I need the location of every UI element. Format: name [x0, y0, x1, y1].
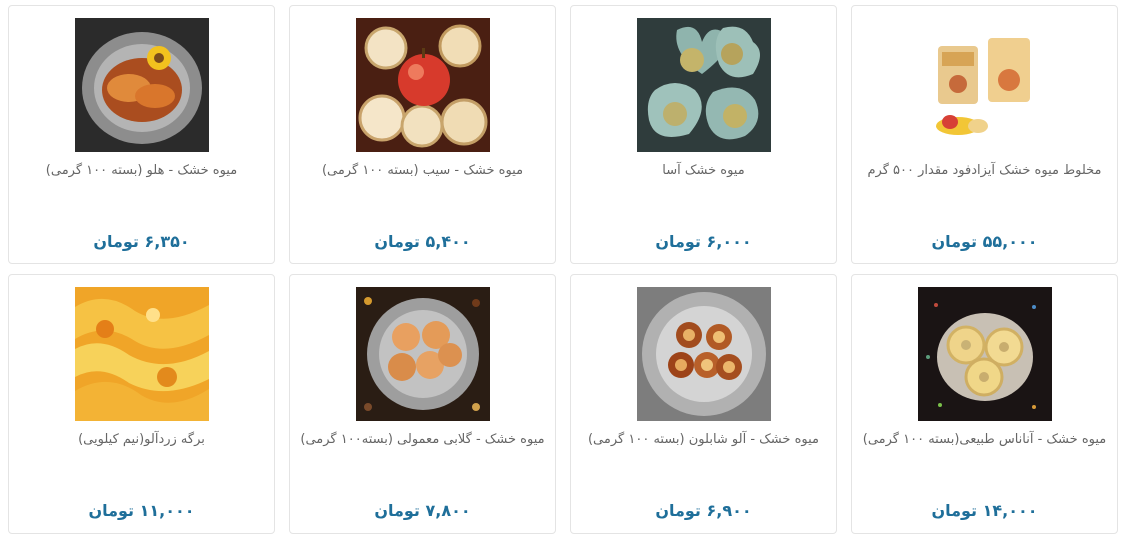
product-image[interactable]: [74, 18, 209, 152]
product-price: ۶,۹۰۰ تومان: [655, 501, 752, 520]
product-price: ۱۴,۰۰۰ تومان: [931, 501, 1038, 520]
product-card[interactable]: مخلوط میوه خشک آیزادفود مقدار ۵۰۰ گرم ۵۵…: [851, 5, 1118, 264]
product-card[interactable]: میوه خشک - آناناس طبیعی(بسته ۱۰۰ گرمی) ۱…: [851, 274, 1118, 534]
product-price: ۷,۸۰۰ تومان: [374, 501, 471, 520]
product-name[interactable]: میوه خشک - گلابی معمولی (بسته۱۰۰ گرمی): [298, 431, 547, 449]
product-price: ۵۵,۰۰۰ تومان: [931, 232, 1038, 251]
product-name[interactable]: میوه خشک - آناناس طبیعی(بسته ۱۰۰ گرمی): [860, 431, 1109, 449]
product-price: ۱۱,۰۰۰ تومان: [88, 501, 195, 520]
product-card[interactable]: میوه خشک آسا ۶,۰۰۰ تومان: [570, 5, 837, 264]
product-card[interactable]: میوه خشک - آلو شابلون (بسته ۱۰۰ گرمی) ۶,…: [570, 274, 837, 534]
product-price: ۶,۳۵۰ تومان: [93, 232, 190, 251]
product-name[interactable]: مخلوط میوه خشک آیزادفود مقدار ۵۰۰ گرم: [860, 162, 1109, 180]
product-name[interactable]: برگه زردآلو(نیم کیلویی): [17, 431, 266, 449]
product-card[interactable]: میوه خشک - هلو (بسته ۱۰۰ گرمی) ۶,۳۵۰ توم…: [8, 5, 275, 264]
product-image[interactable]: [636, 287, 771, 421]
product-name[interactable]: میوه خشک - هلو (بسته ۱۰۰ گرمی): [17, 162, 266, 180]
product-name[interactable]: میوه خشک آسا: [579, 162, 828, 180]
product-grid: مخلوط میوه خشک آیزادفود مقدار ۵۰۰ گرم ۵۵…: [0, 0, 1128, 534]
product-price: ۶,۰۰۰ تومان: [655, 232, 752, 251]
product-image[interactable]: [917, 18, 1052, 152]
product-image[interactable]: [636, 18, 771, 152]
product-name[interactable]: میوه خشک - سیب (بسته ۱۰۰ گرمی): [298, 162, 547, 180]
product-card[interactable]: برگه زردآلو(نیم کیلویی) ۱۱,۰۰۰ تومان: [8, 274, 275, 534]
product-image[interactable]: [74, 287, 209, 421]
product-price: ۵,۴۰۰ تومان: [374, 232, 471, 251]
product-image[interactable]: [355, 18, 490, 152]
product-image[interactable]: [917, 287, 1052, 421]
product-name[interactable]: میوه خشک - آلو شابلون (بسته ۱۰۰ گرمی): [579, 431, 828, 449]
product-card[interactable]: میوه خشک - گلابی معمولی (بسته۱۰۰ گرمی) ۷…: [289, 274, 556, 534]
product-card[interactable]: میوه خشک - سیب (بسته ۱۰۰ گرمی) ۵,۴۰۰ توم…: [289, 5, 556, 264]
product-image[interactable]: [355, 287, 490, 421]
